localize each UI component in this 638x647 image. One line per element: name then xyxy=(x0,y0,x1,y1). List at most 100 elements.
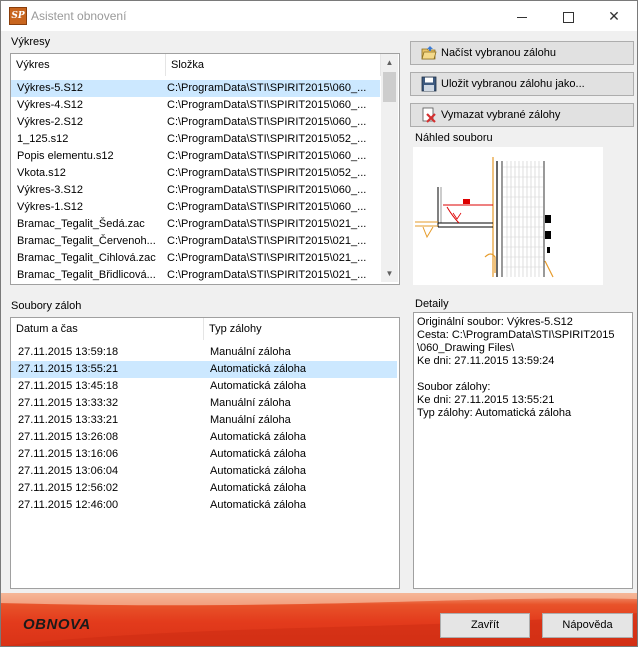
delete-file-icon xyxy=(422,107,436,123)
backup-row[interactable]: 27.11.2015 13:06:04 Automatická záloha xyxy=(11,463,397,480)
drawing-row[interactable]: Výkres-3.S12 C:\ProgramData\STI\SPIRIT201… xyxy=(11,182,380,199)
window-title: Asistent obnovení xyxy=(31,9,127,23)
close-window-button[interactable]: ✕ xyxy=(591,1,637,31)
drawing-folder: C:\ProgramData\STI\SPIRIT2015\060_... xyxy=(167,184,367,196)
delete-backups-button[interactable]: Vymazat vybrané zálohy xyxy=(410,103,634,127)
backups-list-header: Datum a čas Typ zálohy xyxy=(11,318,399,340)
delete-backups-label: Vymazat vybrané zálohy xyxy=(441,109,561,121)
preview-label: Náhled souboru xyxy=(415,132,493,144)
backup-type: Automatická záloha xyxy=(210,363,306,375)
help-button[interactable]: Nápověda xyxy=(542,613,633,638)
column-header-drawing[interactable]: Výkres xyxy=(11,54,166,76)
drawing-row[interactable]: Bramac_Tegalit_Šedá.zac C:\ProgramData\ST… xyxy=(11,216,380,233)
drawing-name: Výkres-4.S12 xyxy=(17,99,84,111)
drawing-folder: C:\ProgramData\STI\SPIRIT2015\021_... xyxy=(167,269,367,281)
backup-datetime: 27.11.2015 13:59:18 xyxy=(18,346,119,358)
maximize-button[interactable] xyxy=(545,1,591,31)
drawing-name: Bramac_Tegalit_Břidlicová... xyxy=(17,269,156,281)
save-backup-as-button[interactable]: Uložit vybranou zálohu jako... xyxy=(410,72,634,96)
scroll-thumb[interactable] xyxy=(383,72,396,102)
drawing-row[interactable]: Výkres-4.S12 C:\ProgramData\STI\SPIRIT201… xyxy=(11,97,380,114)
backup-datetime: 27.11.2015 13:33:32 xyxy=(18,397,119,409)
drawing-name: Bramac_Tegalit_Šedá.zac xyxy=(17,218,145,230)
drawing-name: Výkres-3.S12 xyxy=(17,184,84,196)
scroll-up-icon[interactable]: ▲ xyxy=(381,54,398,71)
backup-datetime: 27.11.2015 12:56:02 xyxy=(18,482,119,494)
scroll-down-icon[interactable]: ▼ xyxy=(381,265,398,282)
backup-type: Automatická záloha xyxy=(210,431,306,443)
drawing-name: Výkres-1.S12 xyxy=(17,201,84,213)
details-group-label: Detaily xyxy=(415,298,449,310)
backup-type: Automatická záloha xyxy=(210,465,306,477)
drawing-row[interactable]: Výkres-2.S12 C:\ProgramData\STI\SPIRIT201… xyxy=(11,114,380,131)
drawing-name: Výkres-5.S12 xyxy=(17,82,84,94)
drawing-folder: C:\ProgramData\STI\SPIRIT2015\021_... xyxy=(167,235,367,247)
file-preview xyxy=(413,147,603,285)
drawing-row[interactable]: 1_125.s12 C:\ProgramData\STI\SPIRIT2015\0… xyxy=(11,131,380,148)
drawing-name: Bramac_Tegalit_Červenoh... xyxy=(17,235,156,247)
close-icon: ✕ xyxy=(608,8,620,24)
drawing-folder: C:\ProgramData\STI\SPIRIT2015\052_... xyxy=(167,167,367,179)
drawing-row[interactable]: Popis elementu.s12 C:\ProgramData\STI\SPI… xyxy=(11,148,380,165)
backup-row[interactable]: 27.11.2015 13:26:08 Automatická záloha xyxy=(11,429,397,446)
backup-row[interactable]: 27.11.2015 12:56:02 Automatická záloha xyxy=(11,480,397,497)
backup-row[interactable]: 27.11.2015 13:45:18 Automatická záloha xyxy=(11,378,397,395)
save-disk-icon xyxy=(421,76,437,92)
backup-type: Manuální záloha xyxy=(210,397,291,409)
drawing-row[interactable]: Bramac_Tegalit_Červenoh... C:\ProgramData… xyxy=(11,233,380,250)
drawings-list[interactable]: Výkres Složka Výkres-5.S12 C:\ProgramData… xyxy=(10,53,400,285)
backup-datetime: 27.11.2015 13:06:04 xyxy=(18,465,119,477)
backup-type: Automatická záloha xyxy=(210,448,306,460)
save-backup-as-label: Uložit vybranou zálohu jako... xyxy=(441,78,585,90)
backup-type: Manuální záloha xyxy=(210,346,291,358)
drawing-folder: C:\ProgramData\STI\SPIRIT2015\060_... xyxy=(167,201,367,213)
backup-type: Automatická záloha xyxy=(210,482,306,494)
drawing-name: Bramac_Tegalit_Cihlová.zac xyxy=(17,252,156,264)
drawing-name: 1_125.s12 xyxy=(17,133,69,145)
backup-row[interactable]: 27.11.2015 13:33:32 Manuální záloha xyxy=(11,395,397,412)
drawings-scrollbar[interactable]: ▲ ▼ xyxy=(381,54,398,282)
backup-row[interactable]: 27.11.2015 13:55:21 Automatická záloha xyxy=(11,361,397,378)
drawing-row[interactable]: Výkres-1.S12 C:\ProgramData\STI\SPIRIT201… xyxy=(11,199,380,216)
backup-datetime: 27.11.2015 13:33:21 xyxy=(18,414,119,426)
drawings-group-label: Výkresy xyxy=(11,36,51,48)
backup-datetime: 27.11.2015 12:46:00 xyxy=(18,499,119,511)
column-header-folder[interactable]: Složka xyxy=(166,54,381,76)
drawing-name: Vkota.s12 xyxy=(17,167,66,179)
backup-row[interactable]: 27.11.2015 13:33:21 Manuální záloha xyxy=(11,412,397,429)
details-text: Originální soubor: Výkres-5.S12 Cesta: C… xyxy=(417,316,615,419)
backup-row[interactable]: 27.11.2015 13:16:06 Automatická záloha xyxy=(11,446,397,463)
drawing-row[interactable]: Bramac_Tegalit_Břidlicová... C:\ProgramDa… xyxy=(11,267,380,284)
backup-datetime: 27.11.2015 13:16:06 xyxy=(18,448,119,460)
backup-datetime: 27.11.2015 13:45:18 xyxy=(18,380,119,392)
restore-assistant-window: SP Asistent obnovení ✕ Výkresy Výkres Sl… xyxy=(0,0,638,647)
minimize-button[interactable] xyxy=(499,1,545,31)
backups-list[interactable]: Datum a čas Typ zálohy 27.11.2015 13:59:… xyxy=(10,317,400,589)
drawing-row[interactable]: Vkota.s12 C:\ProgramData\STI\SPIRIT2015\0… xyxy=(11,165,380,182)
drawing-row[interactable]: Výkres-5.S12 C:\ProgramData\STI\SPIRIT201… xyxy=(11,80,380,97)
app-logo-icon: SP xyxy=(9,7,27,25)
backup-row[interactable]: 27.11.2015 12:46:00 Automatická záloha xyxy=(11,497,397,514)
drawing-folder: C:\ProgramData\STI\SPIRIT2015\060_... xyxy=(167,150,367,162)
backups-group-label: Soubory záloh xyxy=(11,300,82,312)
drawing-row[interactable]: Bramac_Tegalit_Cihlová.zac C:\ProgramData… xyxy=(11,250,380,267)
drawing-folder: C:\ProgramData\STI\SPIRIT2015\060_... xyxy=(167,116,367,128)
drawing-folder: C:\ProgramData\STI\SPIRIT2015\052_... xyxy=(167,133,367,145)
close-button[interactable]: Zavřít xyxy=(440,613,530,638)
load-backup-button[interactable]: Načíst vybranou zálohu xyxy=(410,41,634,65)
backup-datetime: 27.11.2015 13:26:08 xyxy=(18,431,119,443)
backup-row[interactable]: 27.11.2015 13:59:18 Manuální záloha xyxy=(11,344,397,361)
details-panel: Originální soubor: Výkres-5.S12 Cesta: C… xyxy=(413,312,633,589)
column-header-datetime[interactable]: Datum a čas xyxy=(11,318,204,340)
maximize-icon xyxy=(562,11,574,23)
drawing-preview-image xyxy=(415,157,554,278)
backup-type: Automatická záloha xyxy=(210,380,306,392)
minimize-icon xyxy=(517,16,527,18)
drawing-folder: C:\ProgramData\STI\SPIRIT2015\060_... xyxy=(167,82,367,94)
drawing-folder: C:\ProgramData\STI\SPIRIT2015\060_... xyxy=(167,99,367,111)
backup-datetime: 27.11.2015 13:55:21 xyxy=(18,363,119,375)
drawing-folder: C:\ProgramData\STI\SPIRIT2015\021_... xyxy=(167,252,367,264)
drawing-name: Výkres-2.S12 xyxy=(17,116,84,128)
column-header-backup-type[interactable]: Typ zálohy xyxy=(204,318,397,340)
drawing-folder: C:\ProgramData\STI\SPIRIT2015\021_... xyxy=(167,218,367,230)
